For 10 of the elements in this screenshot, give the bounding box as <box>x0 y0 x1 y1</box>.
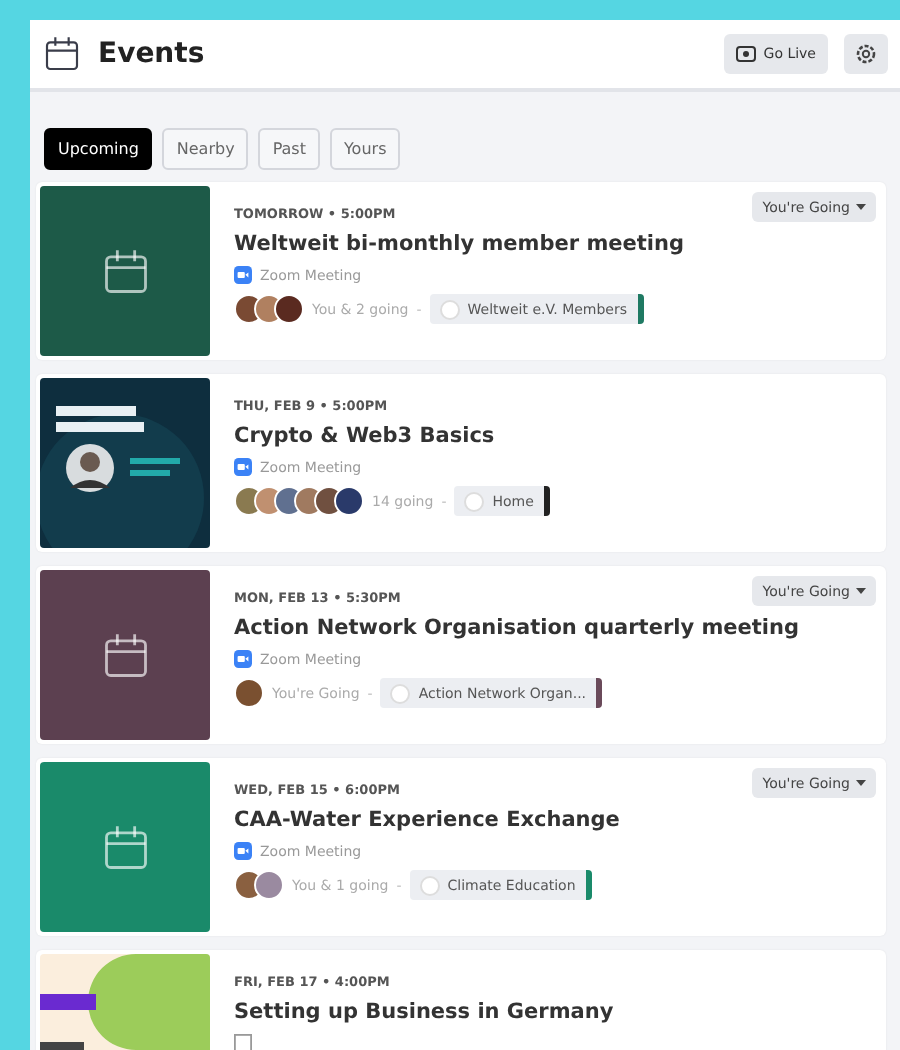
event-title: Crypto & Web3 Basics <box>234 424 495 448</box>
page-title: Events <box>98 38 207 70</box>
filter-tab[interactable]: Yours <box>329 128 401 170</box>
event-title: Action Network Organisation quarterly meeting <box>234 616 800 640</box>
event-title: Setting up Business in Germany <box>234 1000 614 1024</box>
event-title: CAA-Water Experience Exchange <box>234 808 620 832</box>
filter-tab[interactable]: Nearby <box>162 128 249 170</box>
event-title: Weltweit bi-monthly member meeting <box>234 232 685 256</box>
filter-tab[interactable]: Upcoming <box>44 128 153 170</box>
filter-tab[interactable]: Past <box>258 128 320 170</box>
